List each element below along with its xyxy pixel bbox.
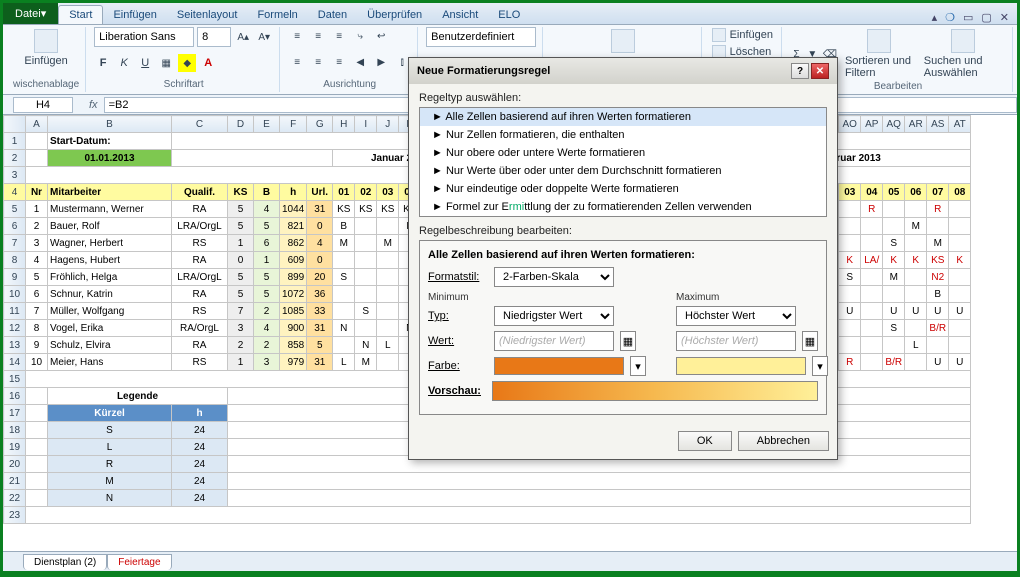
name-box[interactable]: H4: [13, 97, 73, 113]
align-bot-icon[interactable]: ≡: [330, 27, 348, 45]
tab-elo[interactable]: ELO: [488, 6, 530, 24]
win-min-icon[interactable]: ▭: [963, 11, 973, 24]
farbe-label: Farbe:: [428, 360, 488, 372]
min-color-swatch[interactable]: [494, 357, 624, 375]
help-icon[interactable]: ❍: [945, 11, 955, 24]
font-name-input[interactable]: [94, 27, 194, 47]
legend-row: 22N24: [4, 490, 971, 507]
max-value-input[interactable]: [676, 331, 796, 351]
binoculars-icon: [951, 29, 975, 53]
ribbon-clipboard: Einfügen wischenablage: [7, 27, 86, 92]
rule-option-values[interactable]: ► Alle Zellen basierend auf ihren Werten…: [420, 108, 826, 126]
tab-insert[interactable]: Einfügen: [103, 6, 166, 24]
insert-cells-button[interactable]: Einfügen: [710, 27, 775, 43]
formatstil-label: Formatstil:: [428, 271, 488, 283]
window-controls: ▴ ❍ ▭ ▢ ✕: [932, 11, 1017, 24]
cond-format-icon: [611, 29, 635, 53]
wert-label: Wert:: [428, 335, 488, 347]
find-select-button[interactable]: Suchen und Auswählen: [920, 27, 1006, 81]
font-color-button[interactable]: A: [199, 54, 217, 72]
desc-header: Alle Zellen basierend auf ihren Werten f…: [428, 249, 818, 261]
sort-icon: [867, 29, 891, 53]
rule-type-label: Regeltyp auswählen:: [419, 92, 827, 104]
cancel-button[interactable]: Abbrechen: [738, 431, 829, 451]
tab-review[interactable]: Überprüfen: [357, 6, 432, 24]
max-type-select[interactable]: Höchster Wert: [676, 306, 796, 326]
font-size-input[interactable]: [197, 27, 231, 47]
sheet-tabs: Dienstplan (2) Feiertage: [3, 551, 1017, 571]
tab-data[interactable]: Daten: [308, 6, 357, 24]
dialog-help-icon[interactable]: ?: [791, 63, 809, 79]
bold-button[interactable]: F: [94, 54, 112, 72]
preview-label: Vorschau:: [428, 385, 486, 397]
dialog-title: Neue Formatierungsregel: [417, 65, 550, 77]
shrink-font-icon[interactable]: A▾: [255, 28, 273, 46]
paste-button[interactable]: Einfügen: [13, 27, 79, 69]
paste-icon: [34, 29, 58, 53]
align-top-icon[interactable]: ≡: [288, 27, 306, 45]
preview-gradient: [492, 381, 818, 401]
max-color-picker-icon[interactable]: ▾: [812, 356, 828, 376]
max-refpicker-icon[interactable]: ▦: [802, 331, 818, 351]
minimize-icon[interactable]: ▴: [932, 11, 938, 24]
rule-option-average[interactable]: ► Nur Werte über oder unter dem Durchsch…: [420, 162, 826, 180]
grow-font-icon[interactable]: A▴: [234, 28, 252, 46]
tab-view[interactable]: Ansicht: [432, 6, 488, 24]
sheet-tab-dienstplan[interactable]: Dienstplan (2): [23, 554, 107, 570]
sheet-tab-feiertage[interactable]: Feiertage: [107, 554, 171, 570]
legend-row: 21M24: [4, 473, 971, 490]
typ-label: Typ:: [428, 310, 488, 322]
min-refpicker-icon[interactable]: ▦: [620, 331, 636, 351]
border-button[interactable]: ▦: [157, 54, 175, 72]
max-header: Maximum: [676, 292, 828, 303]
indent-inc-icon[interactable]: ▶: [372, 53, 390, 71]
rule-option-contain[interactable]: ► Nur Zellen formatieren, die enthalten: [420, 126, 826, 144]
file-menu[interactable]: Datei ▾: [3, 3, 58, 24]
orientation-icon[interactable]: ⤷: [351, 27, 369, 45]
sort-filter-button[interactable]: Sortieren und Filtern: [841, 27, 917, 81]
rule-option-unique[interactable]: ► Nur eindeutige oder doppelte Werte for…: [420, 180, 826, 198]
formatstil-select[interactable]: 2-Farben-Skala: [494, 267, 614, 287]
rule-option-topbottom[interactable]: ► Nur obere oder untere Werte formatiere…: [420, 144, 826, 162]
fx-label: fx: [83, 99, 104, 111]
dialog-titlebar[interactable]: Neue Formatierungsregel ? ✕: [409, 58, 837, 84]
rule-type-list[interactable]: ► Alle Zellen basierend auf ihren Werten…: [419, 107, 827, 217]
win-max-icon[interactable]: ▢: [981, 11, 991, 24]
align-right-icon[interactable]: ≡: [330, 53, 348, 71]
rule-option-formula[interactable]: ► Formel zur Ermittlung der zu formatier…: [420, 198, 826, 216]
ribbon-font: A▴ A▾ F K U ▦ ◆ A Schriftart: [88, 27, 280, 92]
underline-button[interactable]: U: [136, 54, 154, 72]
min-header: Minimum: [428, 292, 646, 303]
clipboard-label: wischenablage: [13, 79, 79, 92]
align-left-icon[interactable]: ≡: [288, 53, 306, 71]
rule-desc-label: Regelbeschreibung bearbeiten:: [419, 225, 827, 237]
min-value-input[interactable]: [494, 331, 614, 351]
fill-color-button[interactable]: ◆: [178, 54, 196, 72]
dialog-close-icon[interactable]: ✕: [811, 63, 829, 79]
align-center-icon[interactable]: ≡: [309, 53, 327, 71]
wrap-text-icon[interactable]: ↩: [372, 27, 390, 45]
cond-format-button[interactable]: [551, 27, 694, 55]
font-label: Schriftart: [94, 79, 273, 92]
tab-layout[interactable]: Seitenlayout: [167, 6, 248, 24]
ribbon-tabs: Datei ▾ Start Einfügen Seitenlayout Form…: [3, 3, 1017, 25]
tab-start[interactable]: Start: [58, 5, 103, 24]
ok-button[interactable]: OK: [678, 431, 732, 451]
ribbon-alignment: ≡ ≡ ≡ ⤷ ↩ ≡ ≡ ≡ ◀ ▶ ⫾ Ausrichtung: [282, 27, 418, 92]
min-color-picker-icon[interactable]: ▾: [630, 356, 646, 376]
win-close-icon[interactable]: ✕: [1000, 11, 1009, 24]
formatting-rule-dialog: Neue Formatierungsregel ? ✕ Regeltyp aus…: [408, 57, 838, 460]
align-mid-icon[interactable]: ≡: [309, 27, 327, 45]
align-label: Ausrichtung: [288, 79, 411, 92]
italic-button[interactable]: K: [115, 54, 133, 72]
min-type-select[interactable]: Niedrigster Wert: [494, 306, 614, 326]
tab-formulas[interactable]: Formeln: [247, 6, 307, 24]
rule-desc-box: Alle Zellen basierend auf ihren Werten f…: [419, 240, 827, 415]
insert-icon: [712, 28, 726, 42]
number-format-select[interactable]: [426, 27, 536, 47]
indent-dec-icon[interactable]: ◀: [351, 53, 369, 71]
max-color-swatch[interactable]: [676, 357, 806, 375]
